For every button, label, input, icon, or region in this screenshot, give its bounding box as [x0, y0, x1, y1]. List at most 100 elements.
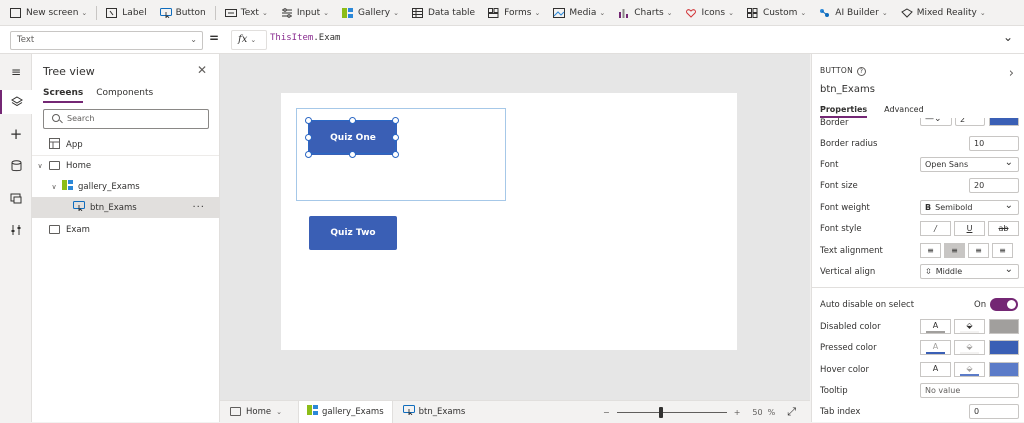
disabled-fill-color-icon[interactable]: ⬙ [954, 319, 985, 334]
chevron-down-icon: ⌄ [393, 8, 399, 17]
ribbon-new-screen[interactable]: New screen ⌄ [10, 7, 87, 18]
advanced-tools-icon[interactable] [0, 218, 32, 242]
quiz-two-button[interactable]: Quiz Two [309, 216, 397, 250]
breadcrumb-gallery[interactable]: gallery_Exams [297, 400, 393, 423]
text-alignment-group: ≡ ≡ ≡ ≡ [920, 243, 1016, 258]
label-icon [106, 7, 118, 18]
help-icon[interactable]: ? [856, 67, 866, 76]
tooltip-input[interactable]: No value [920, 383, 1019, 398]
screen-icon [49, 225, 60, 234]
disabled-border-color-swatch[interactable] [989, 319, 1019, 334]
auto-disable-toggle[interactable] [990, 298, 1018, 311]
ribbon-label: Gallery [358, 7, 391, 18]
ribbon-custom[interactable]: Custom ⌄ [746, 7, 806, 18]
resize-handle[interactable] [349, 117, 356, 124]
expand-formula-icon[interactable]: ⌄ [998, 30, 1018, 50]
resize-handle[interactable] [349, 151, 356, 158]
font-size-input[interactable]: 20 [969, 178, 1019, 193]
left-rail: ≡ + [0, 54, 32, 422]
chevron-down-icon[interactable]: ∨ [49, 183, 59, 191]
chevron-down-icon[interactable]: ∨ [35, 162, 45, 170]
align-right-icon[interactable]: ≡ [968, 243, 989, 258]
tree-view-title: Tree view [43, 65, 95, 78]
text-icon [224, 8, 237, 18]
tree-node-exam[interactable]: Exam [32, 219, 219, 240]
media-icon[interactable] [0, 186, 32, 210]
zoom-slider[interactable] [616, 406, 727, 418]
tree-view-layers-icon[interactable] [0, 90, 32, 114]
chevron-down-icon: ⌄ [534, 8, 541, 17]
zoom-slider-handle[interactable] [658, 406, 663, 418]
ribbon-charts[interactable]: Charts ⌄ [618, 7, 673, 18]
auto-disable-row: Auto disable on select On [820, 294, 1020, 315]
pressed-text-color-icon[interactable]: A [920, 340, 951, 355]
disabled-text-color-icon[interactable]: A [920, 319, 951, 334]
resize-handle[interactable] [392, 134, 399, 141]
ribbon-forms[interactable]: Forms ⌄ [488, 7, 541, 18]
hamburger-menu-icon[interactable]: ≡ [0, 60, 32, 84]
hover-border-color-swatch[interactable] [989, 362, 1019, 377]
ribbon-label: Icons [701, 7, 726, 18]
tab-components[interactable]: Components [96, 88, 153, 103]
tree-node-home[interactable]: ∨ Home [32, 155, 219, 176]
chevron-down-icon: ⌄ [979, 8, 986, 17]
insert-plus-icon[interactable]: + [0, 122, 32, 146]
ribbon-text[interactable]: Text ⌄ [224, 8, 268, 18]
pressed-border-color-swatch[interactable] [989, 340, 1019, 355]
formula-input[interactable]: ThisItem.Exam [270, 33, 340, 43]
breadcrumb-home[interactable]: Home ⌄ [230, 407, 282, 417]
zoom-in-button[interactable]: + [734, 408, 741, 417]
hover-text-color-icon[interactable]: A [920, 362, 951, 377]
data-table-icon [411, 7, 423, 18]
fit-to-window-icon[interactable]: ⤢ [787, 405, 796, 419]
icons-icon [685, 8, 697, 18]
data-cylinder-icon[interactable] [0, 154, 32, 178]
tree-node-app[interactable]: App [32, 134, 219, 155]
ribbon-gallery[interactable]: Gallery ⌄ [342, 7, 399, 18]
forms-icon [488, 7, 499, 18]
pressed-fill-color-icon[interactable]: ⬙ [954, 340, 985, 355]
ribbon-label[interactable]: Label [106, 7, 147, 18]
italic-icon[interactable]: / [920, 221, 951, 236]
align-justify-icon[interactable]: ≡ [992, 243, 1013, 258]
ribbon-label: Label [122, 7, 147, 18]
ai-builder-icon [819, 8, 830, 18]
align-left-icon[interactable]: ≡ [920, 243, 941, 258]
font-dropdown[interactable]: Open Sans [920, 157, 1019, 172]
border-radius-input[interactable]: 10 [969, 136, 1019, 151]
ribbon-label: Mixed Reality [916, 7, 977, 18]
property-selector[interactable]: Text ⌄ [10, 31, 203, 50]
breadcrumb-btn-exams[interactable]: btn_Exams [402, 405, 465, 418]
resize-handle[interactable] [392, 151, 399, 158]
resize-handle[interactable] [305, 134, 312, 141]
font-weight-dropdown[interactable]: B Semibold [920, 200, 1019, 215]
hover-fill-color-icon[interactable]: ⬙ [954, 362, 985, 377]
search-input[interactable]: Search [43, 109, 209, 129]
ribbon-label: Charts [634, 7, 664, 18]
align-center-icon[interactable]: ≡ [944, 243, 965, 258]
resize-handle[interactable] [392, 117, 399, 124]
tree-node-btn-exams[interactable]: btn_Exams ··· [32, 197, 219, 218]
ribbon-media[interactable]: Media ⌄ [553, 7, 605, 18]
ribbon-mixed-reality[interactable]: Mixed Reality ⌄ [900, 7, 986, 18]
ribbon-ai-builder[interactable]: AI Builder ⌄ [819, 8, 888, 18]
custom-icon [746, 7, 758, 18]
resize-handle[interactable] [305, 117, 312, 124]
vertical-align-dropdown[interactable]: ⇳ Middle [920, 264, 1019, 279]
tab-screens[interactable]: Screens [43, 88, 84, 103]
fx-button[interactable]: fx ⌄ [231, 30, 267, 50]
strikethrough-icon[interactable]: ab [988, 221, 1019, 236]
ribbon-button[interactable]: Button [159, 7, 206, 19]
ribbon-input[interactable]: Input ⌄ [281, 8, 329, 18]
tab-index-input[interactable]: 0 [969, 404, 1019, 419]
underline-icon[interactable]: U [954, 221, 985, 236]
resize-handle[interactable] [305, 151, 312, 158]
close-icon[interactable]: ✕ [197, 63, 207, 77]
ribbon-data-table[interactable]: Data table [411, 7, 475, 18]
more-options-icon[interactable]: ··· [192, 202, 205, 213]
zoom-out-button[interactable]: − [603, 408, 610, 417]
control-name: btn_Exams [820, 84, 875, 95]
tree-node-gallery[interactable]: ∨ gallery_Exams [32, 176, 219, 197]
chevron-right-icon[interactable]: › [1009, 66, 1014, 81]
ribbon-icons[interactable]: Icons ⌄ [685, 7, 734, 18]
